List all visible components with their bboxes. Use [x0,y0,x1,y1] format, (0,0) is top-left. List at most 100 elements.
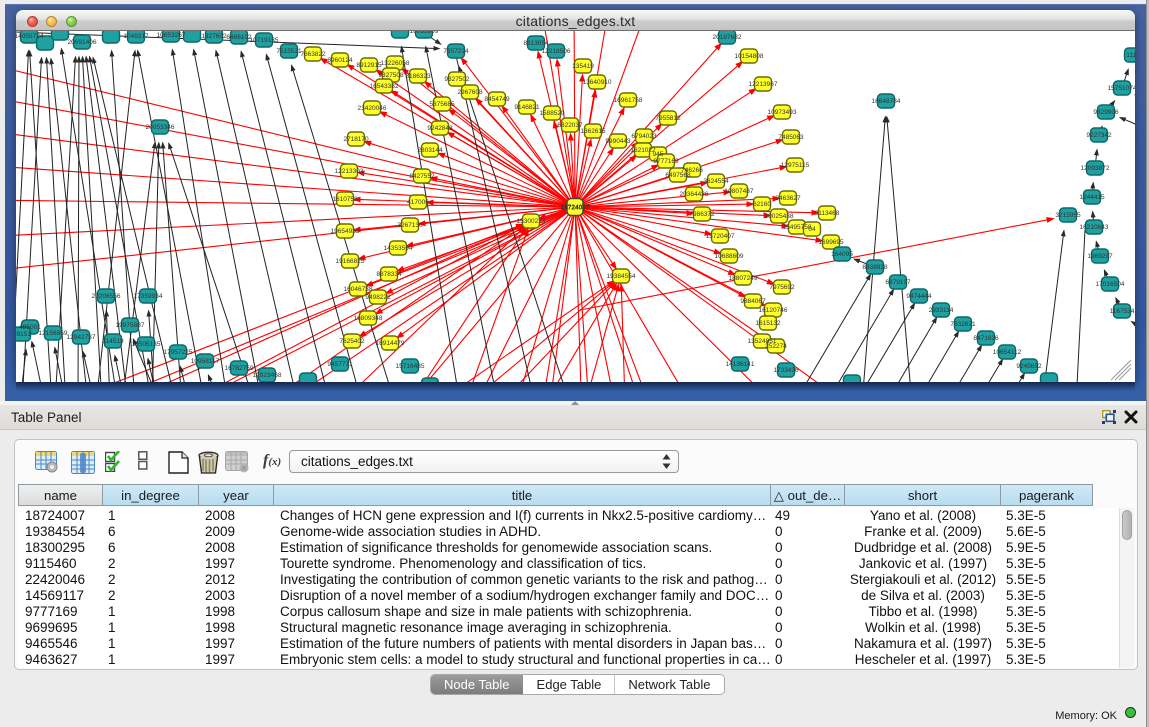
svg-text:7663822: 7663822 [300,51,326,58]
svg-text:7955812: 7955812 [655,115,681,122]
svg-text:12218506: 12218506 [542,48,571,55]
svg-text:1588520: 1588520 [539,110,565,117]
svg-text:6497568: 6497568 [665,172,691,179]
svg-text:16809348: 16809348 [354,315,383,322]
svg-text:17957225: 17957225 [164,349,193,356]
svg-text:16210643: 16210643 [1080,224,1109,231]
svg-text:3215955: 3215955 [1055,212,1081,219]
svg-text:12213303: 12213303 [335,168,364,175]
svg-text:12505135: 12505135 [132,341,161,348]
svg-text:10973493: 10973493 [768,109,797,116]
svg-text:9498222: 9498222 [365,294,391,301]
svg-text:13226058: 13226058 [381,60,410,67]
svg-text:9884067: 9884067 [740,298,766,305]
svg-text:417006: 417006 [407,199,429,206]
svg-text:9777169: 9777169 [653,158,679,165]
svg-text:6822037: 6822037 [557,122,583,129]
svg-text:7625402: 7625402 [339,338,365,345]
svg-text:10654112: 10654112 [993,349,1022,356]
svg-text:164095: 164095 [831,251,853,258]
svg-text:10154808: 10154808 [735,53,764,60]
svg-text:8813054: 8813054 [523,40,549,47]
svg-text:16543382: 16543382 [370,83,399,90]
svg-text:17016504: 17016504 [1096,281,1125,288]
svg-text:20691406: 20691406 [68,39,97,46]
svg-text:945: 945 [653,151,664,158]
svg-text:16782759: 16782759 [225,365,254,372]
svg-text:10958117: 10958117 [191,358,220,365]
svg-text:20187682: 20187682 [713,34,742,41]
svg-text:20364436: 20364436 [680,191,709,198]
svg-text:10025438: 10025438 [765,213,794,220]
svg-text:8427552: 8427552 [409,173,435,180]
svg-text:12975115: 12975115 [781,162,810,169]
svg-text:16033809: 16033809 [410,31,439,35]
svg-text:12093872: 12093872 [1081,165,1110,172]
svg-text:19975887: 19975887 [116,322,145,329]
svg-text:15300273: 15300273 [517,218,546,225]
svg-text:2933114: 2933114 [929,307,954,314]
svg-text:9474444: 9474444 [906,293,932,300]
svg-text:7485063: 7485063 [778,134,804,141]
svg-text:1615132: 1615132 [755,320,781,327]
svg-text:1167534: 1167534 [1110,308,1135,315]
svg-text:9327502: 9327502 [444,76,470,83]
svg-text:1969297: 1969297 [1087,253,1113,260]
svg-text:1610752: 1610752 [332,196,358,203]
svg-text:7357224: 7357224 [443,48,469,55]
svg-text:15720407: 15720407 [706,233,735,240]
svg-text:6794023: 6794023 [631,133,657,140]
svg-text:114519: 114519 [102,338,124,345]
svg-text:9245652: 9245652 [1016,363,1042,370]
svg-text:10719135: 10719135 [250,37,279,44]
svg-text:16961758: 16961758 [614,97,643,104]
svg-text:16120746: 16120746 [759,307,788,314]
svg-text:1733426: 1733426 [773,367,799,374]
svg-text:9242843: 9242843 [427,125,453,132]
svg-text:19654933: 19654933 [331,228,360,235]
svg-text:62160: 62160 [753,201,771,208]
svg-text:6466102: 6466102 [226,34,252,41]
svg-text:16914479: 16914479 [376,340,405,347]
svg-text:2803144: 2803144 [417,147,443,154]
svg-text:19166825: 19166825 [336,258,365,265]
svg-text:18724007: 18724007 [561,205,590,212]
svg-text:8912915: 8912915 [356,62,382,69]
svg-text:252274: 252274 [765,343,787,350]
svg-text:3624554: 3624554 [703,178,729,185]
svg-text:10653267: 10653267 [157,32,186,39]
svg-text:12213967: 12213967 [749,81,778,88]
svg-text:10688609: 10688609 [715,253,744,260]
svg-text:9327508: 9327508 [378,72,404,79]
svg-text:19384554: 19384554 [607,273,636,280]
svg-text:3267130: 3267130 [397,222,423,229]
svg-text:9463627: 9463627 [775,195,801,202]
svg-text:5875685: 5875685 [429,101,455,108]
svg-text:23420046: 23420046 [358,105,387,112]
svg-text:17359934: 17359934 [134,293,163,300]
svg-text:8938928: 8938928 [862,264,888,271]
svg-text:135419: 135419 [572,63,594,70]
svg-text:20206556: 20206556 [92,293,121,300]
svg-text:8186323: 8186323 [405,73,431,80]
svg-text:7975692: 7975692 [769,284,795,291]
svg-text:1699695: 1699695 [818,239,844,246]
svg-text:20053346: 20053346 [146,124,175,131]
svg-text:15751074: 15751074 [1108,85,1135,92]
svg-text:1049317: 1049317 [123,33,149,40]
svg-text:6879197: 6879197 [885,279,911,286]
svg-text:7632621: 7632621 [950,321,976,328]
svg-text:10807487: 10807487 [725,188,754,195]
svg-text:18807249: 18807249 [729,275,758,282]
svg-text:9329906: 9329906 [1093,109,1119,116]
svg-text:9146821: 9146821 [514,104,540,111]
svg-text:13640910: 13640910 [583,79,612,86]
svg-text:12942737: 12942737 [67,334,96,341]
svg-text:7515521: 7515521 [276,48,302,55]
svg-text:14055724: 14055724 [16,33,44,40]
svg-text:04: 04 [808,226,816,233]
svg-text:9113468: 9113468 [815,210,840,217]
svg-text:7986372: 7986372 [689,211,715,218]
svg-text:14136141: 14136141 [726,361,755,368]
svg-text:15716485: 15716485 [396,363,425,370]
